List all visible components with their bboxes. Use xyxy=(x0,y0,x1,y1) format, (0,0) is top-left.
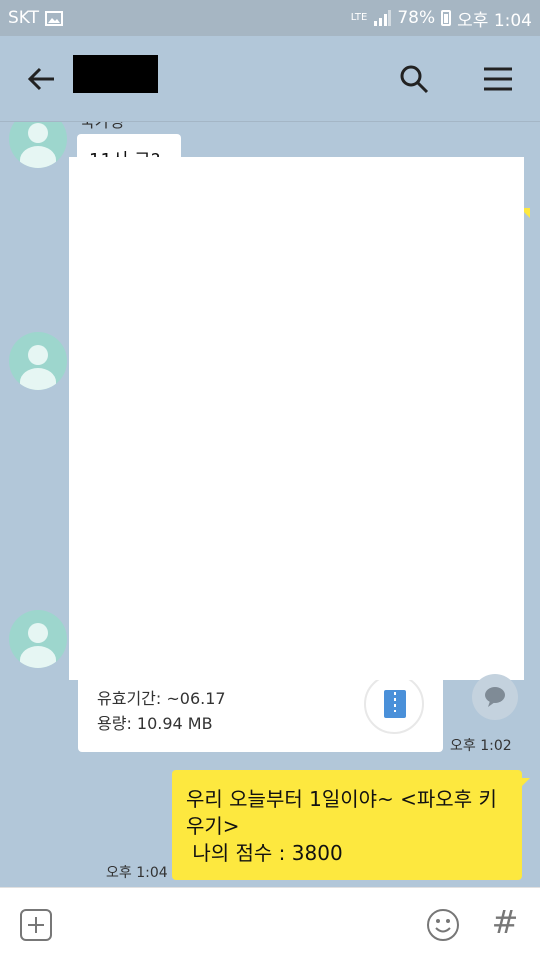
gallery-notification-icon xyxy=(45,10,64,26)
file-validity: 유효기간: ~06.17 xyxy=(97,689,226,708)
file-size: 용량: 10.94 MB xyxy=(97,714,213,733)
my-message-bubble[interactable]: 우리 오늘부터 1일이야~ <파오후 키우기> 나의 점수 : 3800 xyxy=(172,770,522,880)
clock: 오후 1:04 xyxy=(457,10,532,31)
speech-bubble-icon xyxy=(485,687,505,707)
chat-title-redacted xyxy=(73,55,158,93)
signal-icon xyxy=(374,10,392,26)
avatar[interactable] xyxy=(9,122,67,168)
battery-icon xyxy=(441,10,452,26)
status-left: SKT xyxy=(8,8,64,28)
attach-button[interactable] xyxy=(19,908,53,942)
message-time: 오후 1:02 xyxy=(450,738,512,754)
my-bubble-tail xyxy=(520,778,530,788)
avatar[interactable] xyxy=(9,332,67,390)
menu-button[interactable] xyxy=(480,61,516,97)
search-icon xyxy=(400,65,429,94)
emoji-button[interactable] xyxy=(426,908,460,942)
avatar[interactable] xyxy=(9,610,67,668)
chat-header xyxy=(0,36,540,122)
file-meta: 유효기간: ~06.17 용량: 10.94 MB xyxy=(97,686,226,736)
message-time: 오후 1:04 xyxy=(106,865,168,881)
battery-percent: 78% xyxy=(397,8,436,28)
chat-area[interactable]: 국가영 11시 그? 유효기간: ~06.17 용량: 10.94 MB 오후 … xyxy=(0,122,540,887)
search-button[interactable] xyxy=(396,61,432,97)
network-type: LTE xyxy=(350,12,368,23)
zip-file-icon[interactable] xyxy=(364,674,424,734)
status-bar: SKT LTE 78% 오후 1:04 xyxy=(0,0,540,36)
plus-square-icon xyxy=(20,909,52,941)
smiley-icon xyxy=(427,909,459,941)
hash-button[interactable]: # xyxy=(488,902,522,942)
redacted-content xyxy=(69,157,524,680)
arrow-left-icon xyxy=(27,67,54,91)
sender-name: 국가영 xyxy=(80,122,124,132)
share-button[interactable] xyxy=(472,674,518,720)
input-bar: # xyxy=(0,887,540,960)
hamburger-menu-icon xyxy=(484,67,512,91)
status-right: LTE 78% 오후 1:04 xyxy=(351,6,532,31)
carrier-label: SKT xyxy=(8,8,40,28)
back-button[interactable] xyxy=(24,61,60,97)
